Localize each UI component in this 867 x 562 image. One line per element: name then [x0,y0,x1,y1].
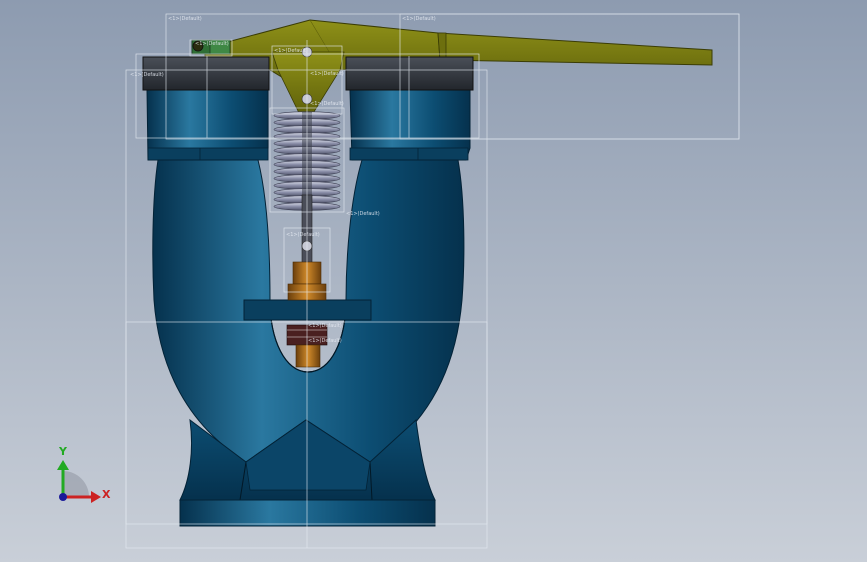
svg-text:<1>(Default): <1>(Default) [310,101,344,107]
svg-text:<1>(Default): <1>(Default) [308,338,342,344]
svg-text:<1>(Default): <1>(Default) [130,72,164,78]
svg-text:<1>(Default): <1>(Default) [346,211,380,217]
svg-text:<1>(Default): <1>(Default) [286,232,320,238]
svg-text:<1>(Default): <1>(Default) [402,16,436,22]
triad-origin [59,493,67,501]
svg-text:<1>(Default): <1>(Default) [310,71,344,77]
svg-text:<1>(Default): <1>(Default) [308,323,342,329]
triad-x-label: X [102,488,111,501]
cad-graphics-viewport[interactable]: <1>(Default) <1>(Default) <1>(Default) <… [0,0,867,562]
svg-text:<1>(Default): <1>(Default) [274,48,308,54]
svg-text:<1>(Default): <1>(Default) [168,16,202,22]
triad-y-label: Y [58,445,68,458]
valve-assembly-model[interactable]: <1>(Default) <1>(Default) <1>(Default) <… [0,0,867,562]
right-cap[interactable] [345,56,474,91]
svg-text:<1>(Default): <1>(Default) [195,41,229,47]
